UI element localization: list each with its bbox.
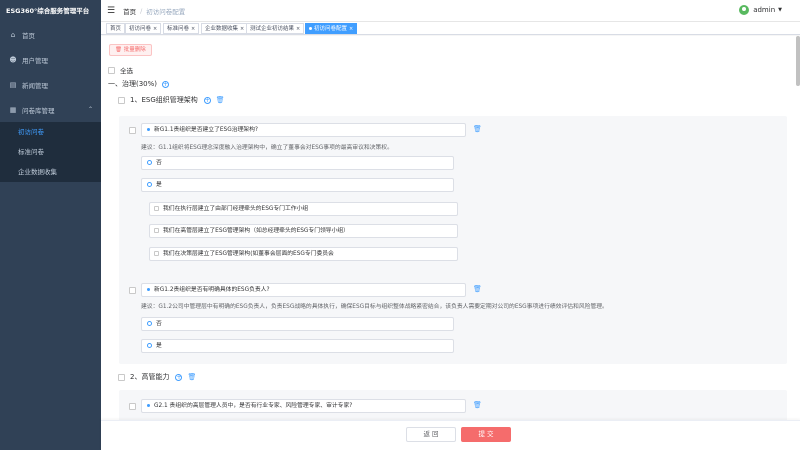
subsection-checkbox[interactable] bbox=[118, 373, 125, 381]
sidebar-subitem-standard-questionnaire[interactable]: 标准问卷 bbox=[0, 142, 101, 162]
tag-standard-questionnaire[interactable]: 标准问卷 × bbox=[163, 23, 200, 34]
question-checkbox[interactable] bbox=[129, 127, 136, 134]
tags-view: 首页 初访问卷 × 标准问卷 × 企业数据收集 × 测试企业初访结果 × 初访问卷配置 × bbox=[101, 22, 800, 35]
sidebar-submenu: 初访问卷 标准问卷 企业数据收集 bbox=[0, 122, 101, 182]
suboption-input[interactable]: 我们在执行层建立了由部门经理牵头的ESG专门工作小组 bbox=[149, 202, 458, 216]
suboption-checkbox bbox=[154, 251, 159, 256]
question-card: G2.1 贵组织的高层管理人员中，是否有行业专家、风险管理专家、审计专家? 🗑 bbox=[119, 390, 787, 420]
subsection-title: 2、高管能力 bbox=[130, 373, 170, 381]
question-card: 新G1.2贵组织是否有明确具体的ESG负责人? 🗑 建议：G1.2公司中管理层中… bbox=[119, 276, 787, 364]
sidebar-item-questionnaire-library[interactable]: ▦ 问卷库管理 ⌃ bbox=[0, 97, 101, 122]
trash-icon[interactable]: 🗑 bbox=[473, 401, 482, 409]
user-menu[interactable]: admin ▼ bbox=[739, 5, 782, 15]
radio-icon bbox=[147, 160, 152, 165]
sidebar-item-label: 用户管理 bbox=[22, 56, 48, 65]
option-input[interactable]: 否 bbox=[141, 156, 454, 170]
sidebar: ESG360°综合服务管理平台 ⌂ 首页 ☻ 用户管理 ▤ 新闻管理 ▦ 问卷库… bbox=[0, 0, 101, 450]
sidebar-item-users[interactable]: ☻ 用户管理 bbox=[0, 47, 101, 72]
bullet-icon bbox=[147, 404, 150, 407]
sidebar-item-label: 问卷库管理 bbox=[22, 106, 55, 115]
sidebar-subitem-initial-questionnaire[interactable]: 初访问卷 bbox=[0, 122, 101, 142]
select-all-checkbox[interactable] bbox=[108, 66, 115, 74]
trash-icon[interactable]: 🗑 bbox=[216, 96, 225, 104]
user-icon: ☻ bbox=[9, 55, 17, 64]
hamburger-icon[interactable]: ☰ bbox=[107, 6, 115, 16]
radio-icon bbox=[147, 343, 152, 348]
breadcrumb-home[interactable]: 首页 bbox=[123, 6, 136, 16]
add-icon[interactable]: + bbox=[203, 96, 211, 104]
tag-questionnaire-config[interactable]: 初访问卷配置 × bbox=[305, 23, 358, 34]
suboption-checkbox bbox=[154, 228, 159, 233]
close-icon[interactable]: × bbox=[240, 26, 244, 32]
close-icon[interactable]: × bbox=[349, 26, 353, 32]
trash-icon: 🗑 bbox=[115, 47, 122, 53]
submit-button[interactable]: 提 交 bbox=[461, 427, 511, 442]
select-all-label: 全选 bbox=[120, 67, 133, 75]
question-input[interactable]: 新G1.1贵组织是否建立了ESG治理架构? bbox=[141, 123, 466, 137]
breadcrumb-separator: / bbox=[140, 6, 143, 15]
subsection-esg-structure: 1、ESG组织管理架构 + 🗑 bbox=[118, 95, 225, 105]
trash-icon[interactable]: 🗑 bbox=[473, 285, 482, 293]
subsection-title: 1、ESG组织管理架构 bbox=[130, 96, 198, 104]
folder-icon: ▦ bbox=[9, 105, 17, 114]
document-icon: ▤ bbox=[9, 80, 17, 89]
question-checkbox[interactable] bbox=[129, 287, 136, 294]
close-icon[interactable]: × bbox=[191, 26, 195, 32]
top-navbar: ☰ 首页 / 初访问卷配置 admin ▼ bbox=[101, 0, 800, 22]
question-input[interactable]: G2.1 贵组织的高层管理人员中，是否有行业专家、风险管理专家、审计专家? bbox=[141, 399, 466, 413]
bullet-icon bbox=[147, 288, 150, 291]
suboption-input[interactable]: 我们在高管层建立了ESG管理架构（如总经理牵头的ESG专门领导小组） bbox=[149, 224, 458, 238]
section-title: 一、治理(30%) bbox=[108, 80, 158, 88]
scrollbar[interactable] bbox=[796, 36, 800, 86]
section-governance: 一、治理(30%) + bbox=[108, 79, 170, 89]
option-input[interactable]: 否 bbox=[141, 317, 454, 331]
caret-down-icon: ▼ bbox=[778, 7, 782, 13]
chevron-up-icon: ⌃ bbox=[87, 106, 93, 113]
batch-delete-button[interactable]: 🗑 批量删除 bbox=[109, 44, 152, 56]
username: admin bbox=[753, 6, 776, 14]
footer-bar: 返 回 提 交 bbox=[101, 420, 800, 450]
suboption-checkbox bbox=[154, 206, 159, 211]
bullet-icon bbox=[147, 128, 150, 131]
breadcrumb-current: 初访问卷配置 bbox=[146, 7, 186, 16]
option-input[interactable]: 是 bbox=[141, 178, 454, 192]
radio-icon bbox=[147, 182, 152, 187]
active-dot bbox=[309, 27, 312, 30]
select-all[interactable]: 全选 bbox=[108, 65, 133, 75]
main-content: 🗑 批量删除 全选 一、治理(30%) + 1、ESG组织管理架构 + 🗑 新G… bbox=[101, 36, 799, 420]
suboption-input[interactable]: 我们在决策层建立了ESG管理架构(如董事会层面的ESG专门委员会 bbox=[149, 247, 458, 261]
sidebar-subitem-data-collection[interactable]: 企业数据收集 bbox=[0, 162, 101, 182]
tag-data-collection[interactable]: 企业数据收集 × bbox=[201, 23, 249, 34]
question-checkbox[interactable] bbox=[129, 403, 136, 410]
close-icon[interactable]: × bbox=[296, 26, 300, 32]
app-title: ESG360°综合服务管理平台 bbox=[6, 7, 90, 15]
option-input[interactable]: 是 bbox=[141, 339, 454, 353]
back-button[interactable]: 返 回 bbox=[406, 427, 456, 442]
close-icon[interactable]: × bbox=[153, 26, 157, 32]
sidebar-item-home[interactable]: ⌂ 首页 bbox=[0, 22, 101, 47]
add-icon[interactable]: + bbox=[175, 373, 183, 381]
trash-icon[interactable]: 🗑 bbox=[187, 373, 196, 381]
add-icon[interactable]: + bbox=[162, 80, 170, 88]
sidebar-item-label: 新闻管理 bbox=[22, 81, 48, 90]
question-tip: 建议：G1.2公司中管理层中有明确的ESG负责人，负责ESG战略的具体执行，确保… bbox=[141, 304, 608, 310]
trash-icon[interactable]: 🗑 bbox=[473, 125, 482, 133]
sidebar-item-label: 首页 bbox=[22, 31, 35, 40]
subsection-executive-capability: 2、高管能力 + 🗑 bbox=[118, 372, 196, 382]
radio-icon bbox=[147, 321, 152, 326]
tag-test-result[interactable]: 测试企业初访结果 × bbox=[246, 23, 305, 34]
avatar bbox=[739, 5, 750, 15]
home-icon: ⌂ bbox=[10, 30, 16, 39]
sidebar-item-news[interactable]: ▤ 新闻管理 bbox=[0, 72, 101, 97]
question-input[interactable]: 新G1.2贵组织是否有明确具体的ESG负责人? bbox=[141, 283, 466, 297]
tag-home[interactable]: 首页 bbox=[106, 23, 126, 34]
tag-initial-questionnaire[interactable]: 初访问卷 × bbox=[125, 23, 162, 34]
question-tip: 建议：G1.1组织将ESG理念深度融入治理架构中，确立了董事会对ESG事项的最高… bbox=[141, 145, 393, 151]
subsection-checkbox[interactable] bbox=[118, 96, 125, 104]
